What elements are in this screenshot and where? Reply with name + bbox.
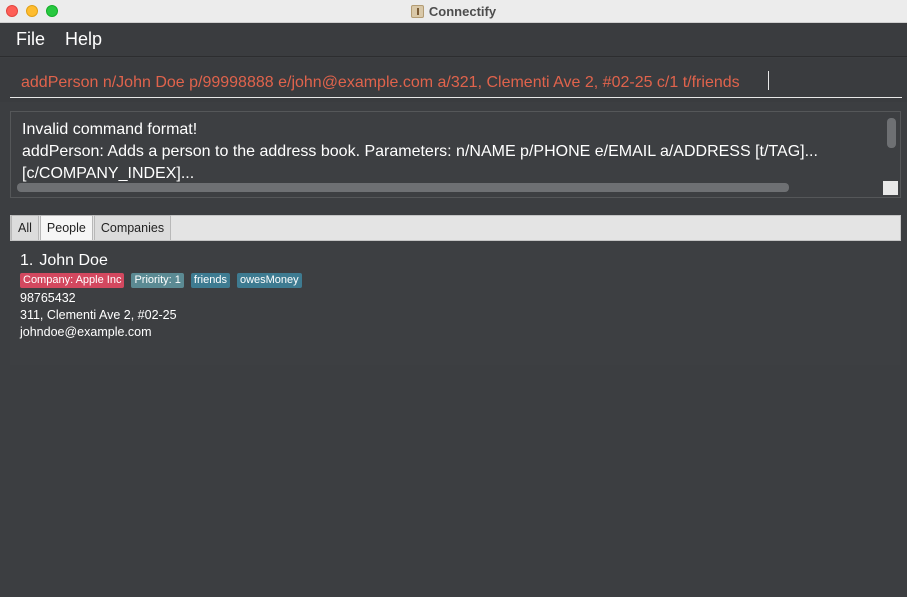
scroll-corner xyxy=(883,181,898,195)
result-line-usage: addPerson: Adds a person to the address … xyxy=(22,143,818,160)
person-list: 1. John Doe Company: Apple Inc Priority: … xyxy=(10,241,901,365)
horizontal-scrollbar[interactable] xyxy=(17,183,789,192)
window-title-group: Connectify xyxy=(0,0,907,23)
person-name-row: 1. John Doe xyxy=(20,252,901,270)
priority-tag: Priority: 1 xyxy=(131,273,184,288)
app-icon xyxy=(410,5,424,18)
person-phone: 98765432 xyxy=(20,291,76,305)
text-caret xyxy=(768,71,769,90)
tag-owes-money: owesMoney xyxy=(236,273,302,288)
person-index: 1. xyxy=(20,252,34,269)
tab-companies[interactable]: Companies xyxy=(93,215,172,240)
person-card[interactable]: 1. John Doe Company: Apple Inc Priority: … xyxy=(10,241,901,341)
tab-people[interactable]: People xyxy=(39,215,93,240)
title-bar: Connectify xyxy=(0,0,907,23)
result-text: Invalid command format! addPerson: Adds … xyxy=(22,119,882,185)
tab-all[interactable]: All xyxy=(11,215,39,240)
vertical-scrollbar[interactable] xyxy=(887,118,896,148)
command-box xyxy=(0,58,907,102)
person-email: johndoe@example.com xyxy=(20,325,152,339)
menu-file[interactable]: File xyxy=(6,29,55,50)
person-name: John Doe xyxy=(39,252,108,269)
person-address: 311, Clementi Ave 2, #02-25 xyxy=(20,308,177,322)
tag-friends: friends xyxy=(190,273,230,288)
company-tag: Company: Apple Inc xyxy=(20,273,125,288)
result-line-usage-cont: [c/COMPANY_INDEX]... xyxy=(22,165,195,182)
tag-list: Company: Apple Inc Priority: 1 friends o… xyxy=(20,273,901,288)
menu-bar: File Help xyxy=(0,23,907,57)
menu-help[interactable]: Help xyxy=(55,29,112,50)
tab-strip: All People Companies xyxy=(10,215,901,241)
result-line-error: Invalid command format! xyxy=(22,121,198,138)
result-display: Invalid command format! addPerson: Adds … xyxy=(10,111,901,198)
window-title: Connectify xyxy=(428,4,497,19)
